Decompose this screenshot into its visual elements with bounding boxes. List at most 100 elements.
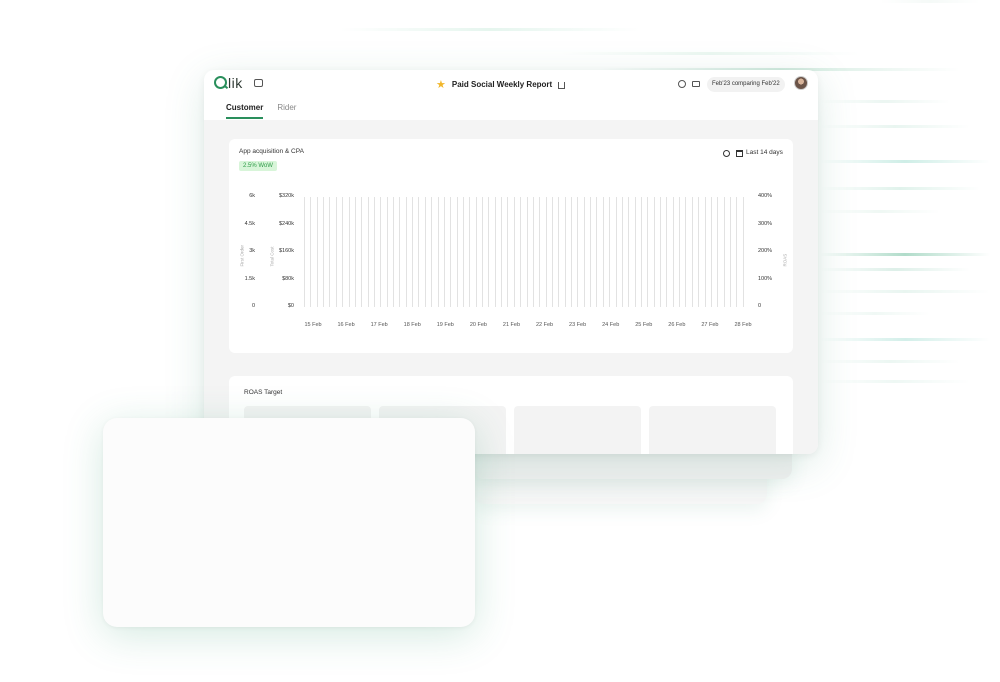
chart-bar[interactable] [520,197,522,307]
qlik-logo[interactable]: lik [214,75,243,92]
chart-bar[interactable] [462,197,464,307]
chart-bar[interactable] [342,197,344,307]
decorative-line [880,0,980,3]
chart-bar[interactable] [380,197,382,307]
decorative-line [820,100,950,103]
x-tick-label: 20 Feb [469,322,487,328]
chart-bar[interactable] [710,197,712,307]
chart-bar[interactable] [634,197,636,307]
report-title-group: ★ Paid Social Weekly Report [436,78,566,91]
x-tick-label: 23 Feb [569,322,587,328]
chart-bar[interactable] [412,197,414,307]
chart-bar[interactable] [602,197,604,307]
chart-bar[interactable] [583,197,585,307]
chart-bar[interactable] [310,197,312,307]
chart-bar[interactable] [354,197,356,307]
tab-bar: Customer Rider [226,103,296,119]
chart-bar[interactable] [373,197,375,307]
chart-bar[interactable] [679,197,681,307]
chart-bar[interactable] [488,197,490,307]
chart-bar[interactable] [304,197,305,307]
chart-bar[interactable] [456,197,458,307]
chart-bar[interactable] [437,197,439,307]
blank-overlay-card [103,418,475,627]
avatar[interactable] [794,76,808,90]
chart-bar[interactable] [348,197,350,307]
chart-bar[interactable] [564,197,566,307]
chart-bar[interactable] [590,197,592,307]
chart-bar[interactable] [609,197,611,307]
chart-bar[interactable] [501,197,503,307]
chart-bar[interactable] [431,197,433,307]
settings-icon[interactable] [678,80,686,88]
decorative-line [820,187,980,190]
chart-bar[interactable] [596,197,598,307]
y-tick-cost: $160k [279,248,294,254]
chart-bar[interactable] [685,197,687,307]
chart-bar[interactable] [469,197,471,307]
chart-bar[interactable] [691,197,693,307]
chart-bar[interactable] [323,197,325,307]
tab-customer[interactable]: Customer [226,103,264,119]
chart-bar[interactable] [405,197,407,307]
x-tick-label: 22 Feb [535,322,554,328]
chart-bar[interactable] [723,197,725,307]
chart-bar[interactable] [551,197,553,307]
chart-bar[interactable] [532,197,534,307]
chart-bar[interactable] [361,197,363,307]
tab-rider[interactable]: Rider [277,103,296,119]
chart-bar[interactable] [653,197,655,307]
chart-bar[interactable] [628,197,630,307]
chart-bar[interactable] [736,197,738,307]
chart-bar[interactable] [698,197,700,307]
y-tick-cost: $240k [279,220,294,227]
chart-bar[interactable] [539,197,541,307]
x-tick-label: 18 Feb [403,322,421,328]
chart-bar[interactable] [742,197,744,307]
chart-bar[interactable] [729,197,731,307]
y-tick-roas: 200% [758,248,773,254]
bar-area [302,197,747,307]
chart-bar[interactable] [672,197,674,307]
chart-bar[interactable] [660,197,661,307]
chart-bar[interactable] [316,197,318,307]
server-icon[interactable] [692,81,700,87]
chart-bar[interactable] [335,197,337,307]
chart-bar[interactable] [329,197,331,307]
chart-bar[interactable] [450,197,452,307]
chart-bar[interactable] [666,197,668,307]
chart-bar[interactable] [558,197,560,307]
chart-bar[interactable] [615,197,617,307]
chat-icon[interactable] [254,79,263,87]
target-card[interactable] [649,406,776,454]
chart-bar[interactable] [513,197,515,307]
chart-bar[interactable] [482,197,483,307]
top-bar: lik ★ Paid Social Weekly Report Feb'23 c… [204,70,818,100]
chart-bar[interactable] [507,197,509,307]
chart-bar[interactable] [443,197,445,307]
chart-bar[interactable] [545,197,547,307]
chart-bar[interactable] [494,197,496,307]
chart-bar[interactable] [526,197,528,307]
chart-bar[interactable] [717,197,719,307]
chart-bar[interactable] [704,197,706,307]
chart-bar[interactable] [647,197,649,307]
target-card[interactable] [514,406,641,454]
chart-bar[interactable] [393,197,394,307]
chart-bar[interactable] [577,197,579,307]
chart-bar[interactable] [424,197,426,307]
chart-bar[interactable] [640,197,642,307]
y-tick-cost: $320k [279,193,294,199]
star-icon[interactable]: ★ [436,78,446,91]
chart-bar[interactable] [571,197,572,307]
chart-bar[interactable] [475,197,477,307]
chart-bar[interactable] [386,197,388,307]
chart-bar[interactable] [621,197,623,307]
decorative-line [820,338,990,341]
share-icon[interactable] [558,82,566,89]
chart-bar[interactable] [367,197,369,307]
chart-bar[interactable] [399,197,401,307]
chart-bar[interactable] [418,197,420,307]
compare-period-pill[interactable]: Feb'23 comparing Feb'22 [707,77,785,92]
y-tick-roas: 400% [758,193,773,199]
